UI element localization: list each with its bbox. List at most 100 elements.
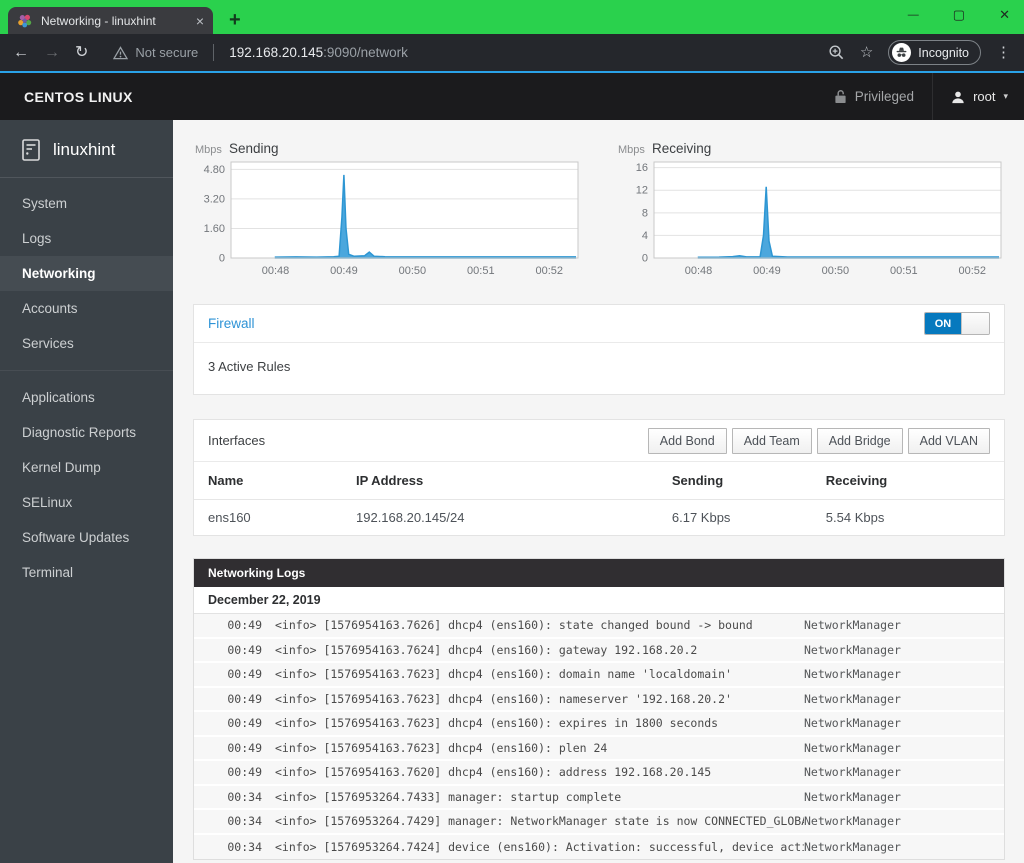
- zoom-icon[interactable]: [828, 44, 845, 61]
- log-message: <info> [1576953264.7424] device (ens160)…: [275, 839, 804, 854]
- sidebar-item-applications[interactable]: Applications: [0, 380, 173, 415]
- log-time: 00:49: [227, 618, 262, 633]
- logs-title: Networking Logs: [194, 559, 1004, 587]
- browser-tab-strip: Networking - linuxhint × + — ▢ ✕: [0, 0, 1024, 34]
- add-vlan-button[interactable]: Add VLAN: [907, 427, 990, 454]
- security-indicator[interactable]: Not secure: [113, 45, 198, 60]
- svg-text:0: 0: [219, 253, 225, 265]
- back-icon[interactable]: ←: [13, 44, 29, 61]
- log-row[interactable]: 00:49 <info> [1576954163.7626] dhcp4 (ens…: [194, 614, 1004, 639]
- svg-text:3.20: 3.20: [204, 193, 225, 205]
- log-row[interactable]: 00:49 <info> [1576954163.7623] dhcp4 (ens…: [194, 663, 1004, 688]
- log-time: 00:49: [227, 642, 262, 657]
- log-row[interactable]: 00:49 <info> [1576954163.7623] dhcp4 (ens…: [194, 687, 1004, 712]
- log-row[interactable]: 00:49 <info> [1576954163.7624] dhcp4 (ens…: [194, 638, 1004, 663]
- add-bond-button[interactable]: Add Bond: [647, 427, 727, 454]
- bookmark-star-icon[interactable]: ☆: [860, 45, 873, 60]
- log-service: NetworkManager: [804, 765, 901, 780]
- sidebar-item-system[interactable]: System: [0, 186, 173, 221]
- sidebar-item-software-updates[interactable]: Software Updates: [0, 520, 173, 555]
- url-text[interactable]: 192.168.20.145:9090/network: [229, 45, 408, 60]
- svg-text:4.80: 4.80: [204, 164, 225, 176]
- sending-chart: Mbps Sending 0 1.60 3.20 4.80 00:48 00:49 00:5…: [193, 141, 582, 288]
- log-time: 00:49: [227, 667, 262, 682]
- log-service: NetworkManager: [804, 642, 901, 657]
- log-time: 00:49: [227, 716, 262, 731]
- url-path: :9090/network: [323, 45, 408, 60]
- logs-list: 00:49 <info> [1576954163.7626] dhcp4 (ens…: [194, 614, 1004, 859]
- sidebar-item-terminal[interactable]: Terminal: [0, 555, 173, 590]
- forward-icon: →: [44, 43, 60, 61]
- incognito-icon: [892, 43, 912, 62]
- firewall-toggle-handle: [961, 313, 989, 334]
- svg-text:00:49: 00:49: [330, 265, 358, 277]
- browser-menu-icon[interactable]: ⋮: [996, 45, 1011, 60]
- privileged-indicator: Privileged: [834, 89, 932, 104]
- reload-icon[interactable]: ↻: [75, 44, 88, 61]
- interfaces-table: Name IP Address Sending Receiving ens160 192…: [194, 462, 1004, 535]
- log-row[interactable]: 00:49 <info> [1576954163.7623] dhcp4 (ens…: [194, 736, 1004, 761]
- sidebar-nav: System Logs Networking Accounts Services Appl…: [0, 186, 173, 590]
- log-row[interactable]: 00:34 <info> [1576953264.7424] device (en…: [194, 834, 1004, 859]
- user-icon: [952, 91, 964, 103]
- svg-text:00:49: 00:49: [753, 265, 781, 277]
- svg-text:00:51: 00:51: [467, 265, 495, 277]
- svg-text:00:48: 00:48: [262, 265, 290, 277]
- log-time: 00:49: [227, 691, 262, 706]
- sidebar-divider: [0, 177, 173, 178]
- log-service: NetworkManager: [804, 789, 901, 804]
- brand-title: CENTOS LINUX: [24, 88, 133, 105]
- log-message: <info> [1576954163.7620] dhcp4 (ens160):…: [275, 765, 712, 780]
- interface-cell: 192.168.20.145/24: [356, 510, 465, 525]
- minimize-button[interactable]: —: [908, 9, 919, 21]
- log-service: NetworkManager: [804, 618, 901, 633]
- log-message: <info> [1576954163.7623] dhcp4 (ens160):…: [275, 667, 732, 682]
- sidebar-item-selinux[interactable]: SELinux: [0, 485, 173, 520]
- log-service: NetworkManager: [804, 814, 901, 829]
- log-message: <info> [1576954163.7623] dhcp4 (ens160):…: [275, 691, 732, 706]
- unlock-icon: [835, 90, 846, 103]
- chart-plot: 0 1.60 3.20 4.80 00:48 00:49 00:50 00:51 00:52: [204, 161, 579, 277]
- sidebar-logo: linuxhint: [0, 120, 173, 177]
- svg-text:0: 0: [642, 253, 648, 265]
- firewall-summary: 3 Active Rules: [208, 359, 291, 374]
- sidebar-item-diagnostic-reports[interactable]: Diagnostic Reports: [0, 415, 173, 450]
- log-message: <info> [1576954163.7623] dhcp4 (ens160):…: [275, 740, 608, 755]
- browser-tab[interactable]: Networking - linuxhint ×: [8, 7, 213, 34]
- svg-text:00:48: 00:48: [685, 265, 713, 277]
- interface-cell: 6.17 Kbps: [671, 510, 731, 525]
- sidebar-item-kernel-dump[interactable]: Kernel Dump: [0, 450, 173, 485]
- sidebar-item-accounts[interactable]: Accounts: [0, 291, 173, 326]
- chevron-down-icon: ▾: [1003, 91, 1008, 101]
- interface-row-ens160[interactable]: ens160 192.168.20.145/24 6.17 Kbps 5.54 Kbp…: [194, 500, 1004, 536]
- close-button[interactable]: ✕: [999, 7, 1010, 23]
- interfaces-title: Interfaces: [208, 433, 266, 448]
- firewall-toggle[interactable]: ON: [924, 312, 990, 335]
- maximize-button[interactable]: ▢: [953, 7, 965, 23]
- user-menu[interactable]: root ▾: [933, 89, 1008, 104]
- sidebar-item-logs[interactable]: Logs: [0, 221, 173, 256]
- svg-text:00:52: 00:52: [535, 265, 563, 277]
- log-row[interactable]: 00:34 <info> [1576953264.7433] manager: s…: [194, 785, 1004, 810]
- incognito-badge: Incognito: [888, 40, 981, 65]
- tab-close-icon[interactable]: ×: [196, 14, 204, 28]
- svg-text:00:50: 00:50: [399, 265, 427, 277]
- add-team-button[interactable]: Add Team: [731, 427, 812, 454]
- log-message: <info> [1576954163.7626] dhcp4 (ens160):…: [275, 618, 753, 633]
- firewall-toggle-on-label: ON: [925, 313, 961, 334]
- sidebar-item-networking[interactable]: Networking: [0, 256, 173, 291]
- sidebar-item-services[interactable]: Services: [0, 326, 173, 361]
- log-row[interactable]: 00:49 <info> [1576954163.7623] dhcp4 (ens…: [194, 712, 1004, 737]
- incognito-label: Incognito: [918, 45, 969, 60]
- svg-text:8: 8: [642, 207, 648, 219]
- log-row[interactable]: 00:34 <info> [1576953264.7429] manager: N…: [194, 810, 1004, 835]
- log-row[interactable]: 00:49 <info> [1576954163.7620] dhcp4 (ens…: [194, 761, 1004, 786]
- log-service: NetworkManager: [804, 667, 901, 682]
- firewall-link[interactable]: Firewall: [208, 316, 255, 331]
- svg-text:16: 16: [636, 162, 648, 174]
- svg-text:12: 12: [636, 185, 648, 197]
- add-bridge-button[interactable]: Add Bridge: [816, 427, 903, 454]
- sidebar: linuxhint System Logs Networking Accounts Se…: [0, 120, 173, 863]
- new-tab-button[interactable]: +: [229, 7, 241, 34]
- svg-text:00:50: 00:50: [822, 265, 850, 277]
